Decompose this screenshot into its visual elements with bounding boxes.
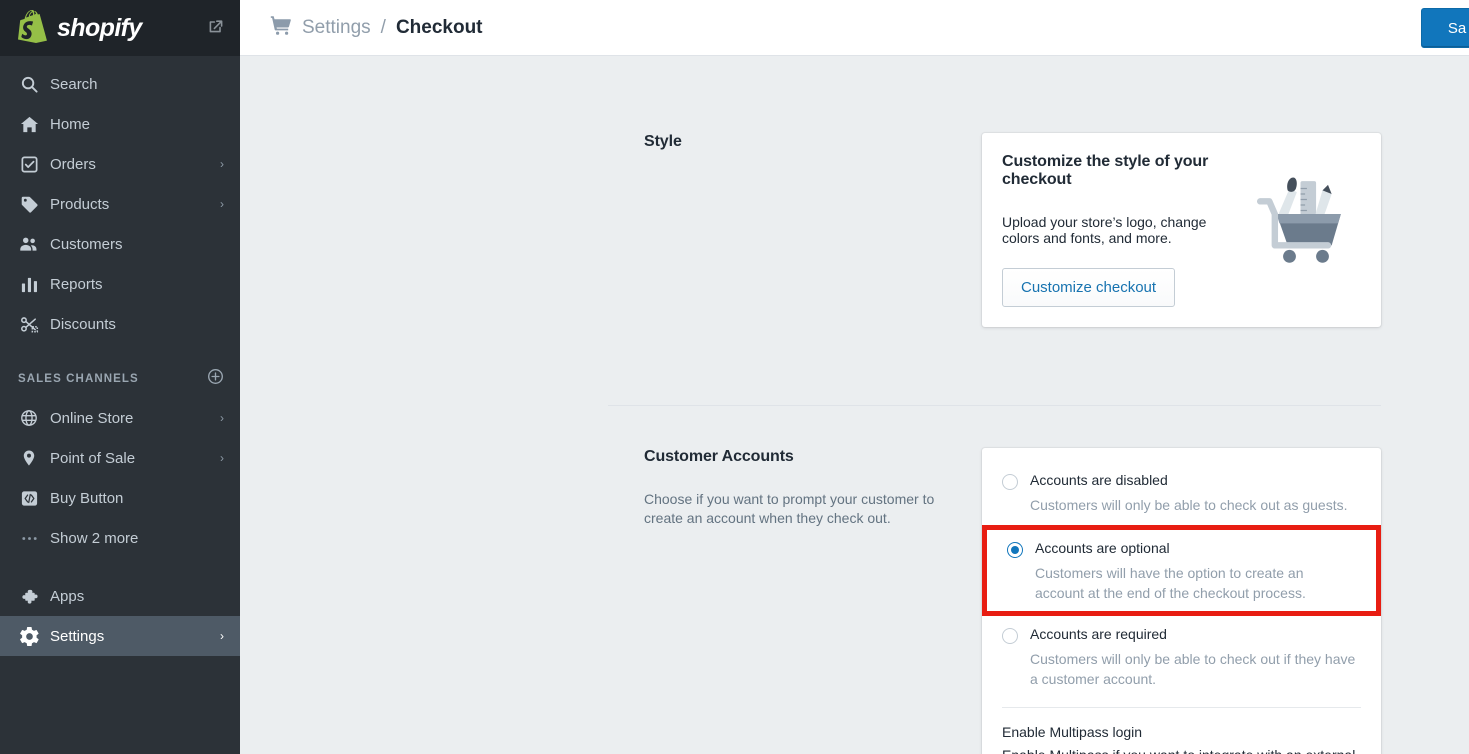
breadcrumb-separator: /: [380, 16, 386, 38]
main-area: Settings / Checkout Sa Style Customize t…: [240, 0, 1469, 754]
sidebar-item-label: Products: [50, 195, 110, 213]
home-icon: [18, 113, 40, 135]
sidebar-section-title: SALES CHANNELS: [18, 373, 139, 385]
section-title: Style: [644, 133, 682, 150]
chevron-right-icon: ›: [220, 411, 224, 425]
sidebar-item-settings[interactable]: Settings ›: [0, 616, 240, 656]
section-description: Choose if you want to prompt your custom…: [644, 491, 935, 526]
multipass-description-text: Enable Multipass if you want to integrat…: [1002, 747, 1355, 754]
radio-accounts-disabled[interactable]: [1002, 474, 1018, 490]
sidebar-item-apps[interactable]: Apps: [0, 576, 240, 616]
breadcrumb-parent-link[interactable]: Settings: [302, 17, 371, 39]
sidebar-item-customers[interactable]: Customers: [0, 224, 240, 264]
section-style-left: Style: [644, 133, 982, 327]
sidebar-section-sales-channels: SALES CHANNELS: [0, 360, 240, 398]
plus-circle-icon[interactable]: [207, 368, 224, 390]
sidebar-item-label: Point of Sale: [50, 449, 136, 467]
shopify-wordmark: shopify: [57, 13, 142, 42]
search-icon: [18, 73, 40, 95]
sidebar-item-discounts[interactable]: Discounts: [0, 304, 240, 344]
puzzle-icon: [18, 585, 40, 607]
style-card: Customize the style of your checkout Upl…: [982, 133, 1381, 327]
radio-option-accounts-disabled[interactable]: Accounts are disabled Customers will onl…: [1002, 468, 1361, 515]
radio-help-text: Customers will only be able to check out…: [1030, 651, 1356, 687]
save-button[interactable]: Sa: [1421, 8, 1469, 48]
breadcrumb: Settings / Checkout: [270, 14, 483, 41]
chevron-right-icon: ›: [220, 451, 224, 465]
customer-accounts-card: Accounts are disabled Customers will onl…: [982, 448, 1381, 754]
section-style-right: Customize the style of your checkout Upl…: [982, 133, 1381, 327]
shopify-bag-icon: [18, 9, 48, 48]
map-pin-icon: [18, 447, 40, 469]
sidebar-item-label: Home: [50, 115, 91, 133]
sidebar-item-label: Customers: [50, 235, 123, 253]
code-icon: [18, 487, 40, 509]
radio-label: Accounts are optional: [1035, 540, 1170, 556]
multipass-description: Enable Multipass if you want to integrat…: [1002, 745, 1361, 754]
sidebar-item-orders[interactable]: Orders ›: [0, 144, 240, 184]
radio-label: Accounts are required: [1030, 626, 1167, 642]
sidebar-item-label: Reports: [50, 275, 103, 293]
sidebar-item-point-of-sale[interactable]: Point of Sale ›: [0, 438, 240, 478]
radio-option-accounts-required[interactable]: Accounts are required Customers will onl…: [1002, 622, 1361, 689]
radio-help-text: Customers will only be able to check out…: [1030, 497, 1348, 513]
radio-accounts-required[interactable]: [1002, 628, 1018, 644]
sidebar-item-label: Apps: [50, 587, 85, 605]
sidebar-item-search[interactable]: Search: [0, 64, 240, 104]
ellipsis-icon: [18, 527, 40, 549]
sidebar-item-show-more[interactable]: Show 2 more: [0, 518, 240, 558]
gear-icon: [18, 625, 40, 647]
sidebar-item-reports[interactable]: Reports: [0, 264, 240, 304]
customers-icon: [18, 233, 40, 255]
section-style: Style Customize the style of your checko…: [240, 56, 1469, 327]
tag-icon: [18, 193, 40, 215]
radio-option-accounts-optional[interactable]: Accounts are optional Customers will hav…: [1007, 536, 1356, 603]
customize-checkout-button[interactable]: Customize checkout: [1002, 268, 1176, 307]
shopify-logo[interactable]: shopify: [18, 9, 142, 48]
radio-help-text: Customers will have the option to create…: [1035, 565, 1306, 601]
sidebar-item-label: Discounts: [50, 315, 116, 333]
sidebar-item-label: Show 2 more: [50, 529, 139, 547]
card-inner-divider: [1002, 707, 1361, 708]
sidebar-item-label: Buy Button: [50, 489, 124, 507]
section-customer-accounts: Customer Accounts Choose if you want to …: [240, 406, 1469, 754]
sidebar-item-products[interactable]: Products ›: [0, 184, 240, 224]
checkout-illustration: [1231, 153, 1361, 307]
section-accounts-left: Customer Accounts Choose if you want to …: [644, 448, 982, 754]
style-card-text: Customize the style of your checkout Upl…: [1002, 153, 1231, 307]
section-title: Customer Accounts: [644, 448, 794, 465]
settings-content: Style Customize the style of your checko…: [240, 56, 1469, 754]
sidebar-logo-bar: shopify: [0, 0, 240, 56]
section-accounts-right: Accounts are disabled Customers will onl…: [982, 448, 1381, 754]
chevron-right-icon: ›: [220, 629, 224, 643]
highlight-box-accounts-optional: Accounts are optional Customers will hav…: [982, 525, 1381, 616]
sidebar-item-label: Orders: [50, 155, 96, 173]
radio-label: Accounts are disabled: [1030, 472, 1168, 488]
sidebar-item-home[interactable]: Home: [0, 104, 240, 144]
page-title: Checkout: [395, 16, 483, 38]
style-card-heading: Customize the style of your checkout: [1002, 153, 1209, 188]
radio-accounts-optional[interactable]: [1007, 542, 1023, 558]
shopping-cart-icon: [270, 14, 292, 41]
external-link-icon[interactable]: [208, 18, 224, 39]
top-bar: Settings / Checkout Sa: [240, 0, 1469, 56]
bar-chart-icon: [18, 273, 40, 295]
scissors-icon: [18, 313, 40, 335]
sidebar-nav: Search Home Orders › Products › Customer…: [0, 56, 240, 656]
sidebar-item-buy-button[interactable]: Buy Button: [0, 478, 240, 518]
style-card-description: Upload your store’s logo, change colors …: [1002, 214, 1207, 246]
chevron-right-icon: ›: [220, 197, 224, 211]
orders-icon: [18, 153, 40, 175]
sidebar-item-label: Search: [50, 75, 98, 93]
sidebar-item-label: Settings: [50, 627, 105, 645]
globe-icon: [18, 407, 40, 429]
shopify-admin-window: shopify Search Home Orders › Products › …: [0, 0, 1469, 754]
sidebar-item-label: Online Store: [50, 409, 134, 427]
chevron-right-icon: ›: [220, 157, 224, 171]
sidebar-item-online-store[interactable]: Online Store ›: [0, 398, 240, 438]
sidebar: shopify Search Home Orders › Products › …: [0, 0, 240, 754]
multipass-title: Enable Multipass login: [1002, 724, 1143, 740]
